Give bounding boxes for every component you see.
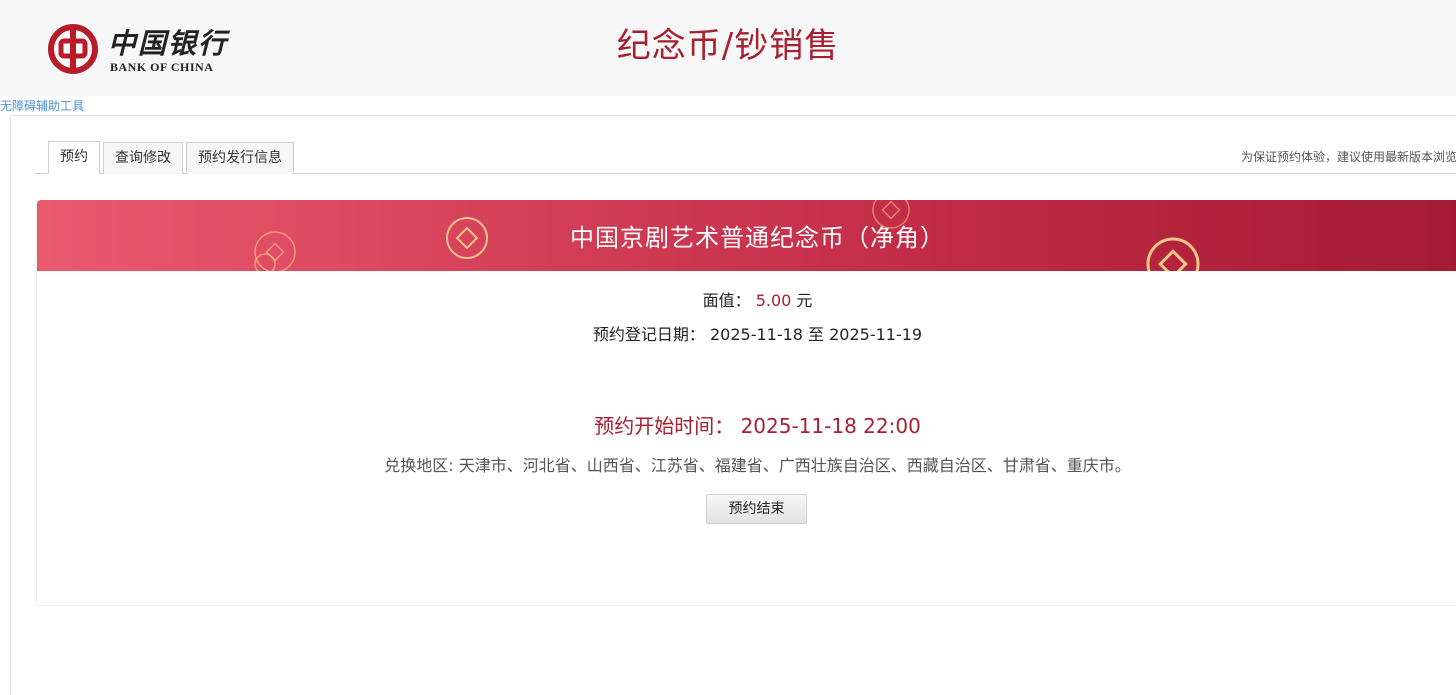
exchange-region-list: 天津市、河北省、山西省、江苏省、福建省、广西壮族自治区、西藏自治区、甘肃省、重庆… xyxy=(458,456,1131,475)
browser-notice: 为保证预约体验，建议使用最新版本浏览 xyxy=(1240,150,1456,164)
tab-issue-info[interactable]: 预约发行信息 xyxy=(186,142,294,174)
page-header: 中国银行 BANK OF CHINA 纪念币/钞销售 xyxy=(0,0,1456,96)
face-value-unit: 元 xyxy=(796,291,813,310)
face-value-line: 面值： 5.00 元 xyxy=(37,287,1456,311)
start-time-line: 预约开始时间： 2025-11-18 22:00 xyxy=(37,410,1456,439)
main-content: 预约 查询修改 预约发行信息 为保证预约体验，建议使用最新版本浏览 中国京剧艺术… xyxy=(10,115,1456,695)
accessibility-tools-link[interactable]: 无障碍辅助工具 xyxy=(0,97,84,114)
coin-name: 中国京剧艺术普通纪念币（净角） xyxy=(570,224,945,252)
coin-card: 中国京剧艺术普通纪念币（净角） 面值： 5.00 元 预约登记日期： 2025-… xyxy=(36,200,1456,606)
registration-date-label: 预约登记日期： xyxy=(592,325,705,344)
reservation-ended-button[interactable]: 预约结束 xyxy=(706,494,807,524)
tab-query-modify[interactable]: 查询修改 xyxy=(103,142,183,174)
tab-reservation[interactable]: 预约 xyxy=(48,141,100,174)
tab-bar: 预约 查询修改 预约发行信息 为保证预约体验，建议使用最新版本浏览 xyxy=(35,116,1456,174)
page-title: 纪念币/钞销售 xyxy=(616,26,840,66)
start-time-value: 2025-11-18 22:00 xyxy=(740,414,921,438)
face-value-label: 面值： xyxy=(702,291,751,310)
registration-date-line: 预约登记日期： 2025-11-18 至 2025-11-19 xyxy=(37,321,1456,345)
exchange-region-line: 兑换地区: 天津市、河北省、山西省、江苏省、福建省、广西壮族自治区、西藏自治区、… xyxy=(37,452,1456,476)
exchange-region-label: 兑换地区: xyxy=(384,456,454,475)
start-time-label: 预约开始时间： xyxy=(594,414,735,438)
face-value: 5.00 xyxy=(755,291,792,310)
coin-banner: 中国京剧艺术普通纪念币（净角） xyxy=(37,200,1456,271)
registration-date-range: 2025-11-18 至 2025-11-19 xyxy=(709,325,923,344)
